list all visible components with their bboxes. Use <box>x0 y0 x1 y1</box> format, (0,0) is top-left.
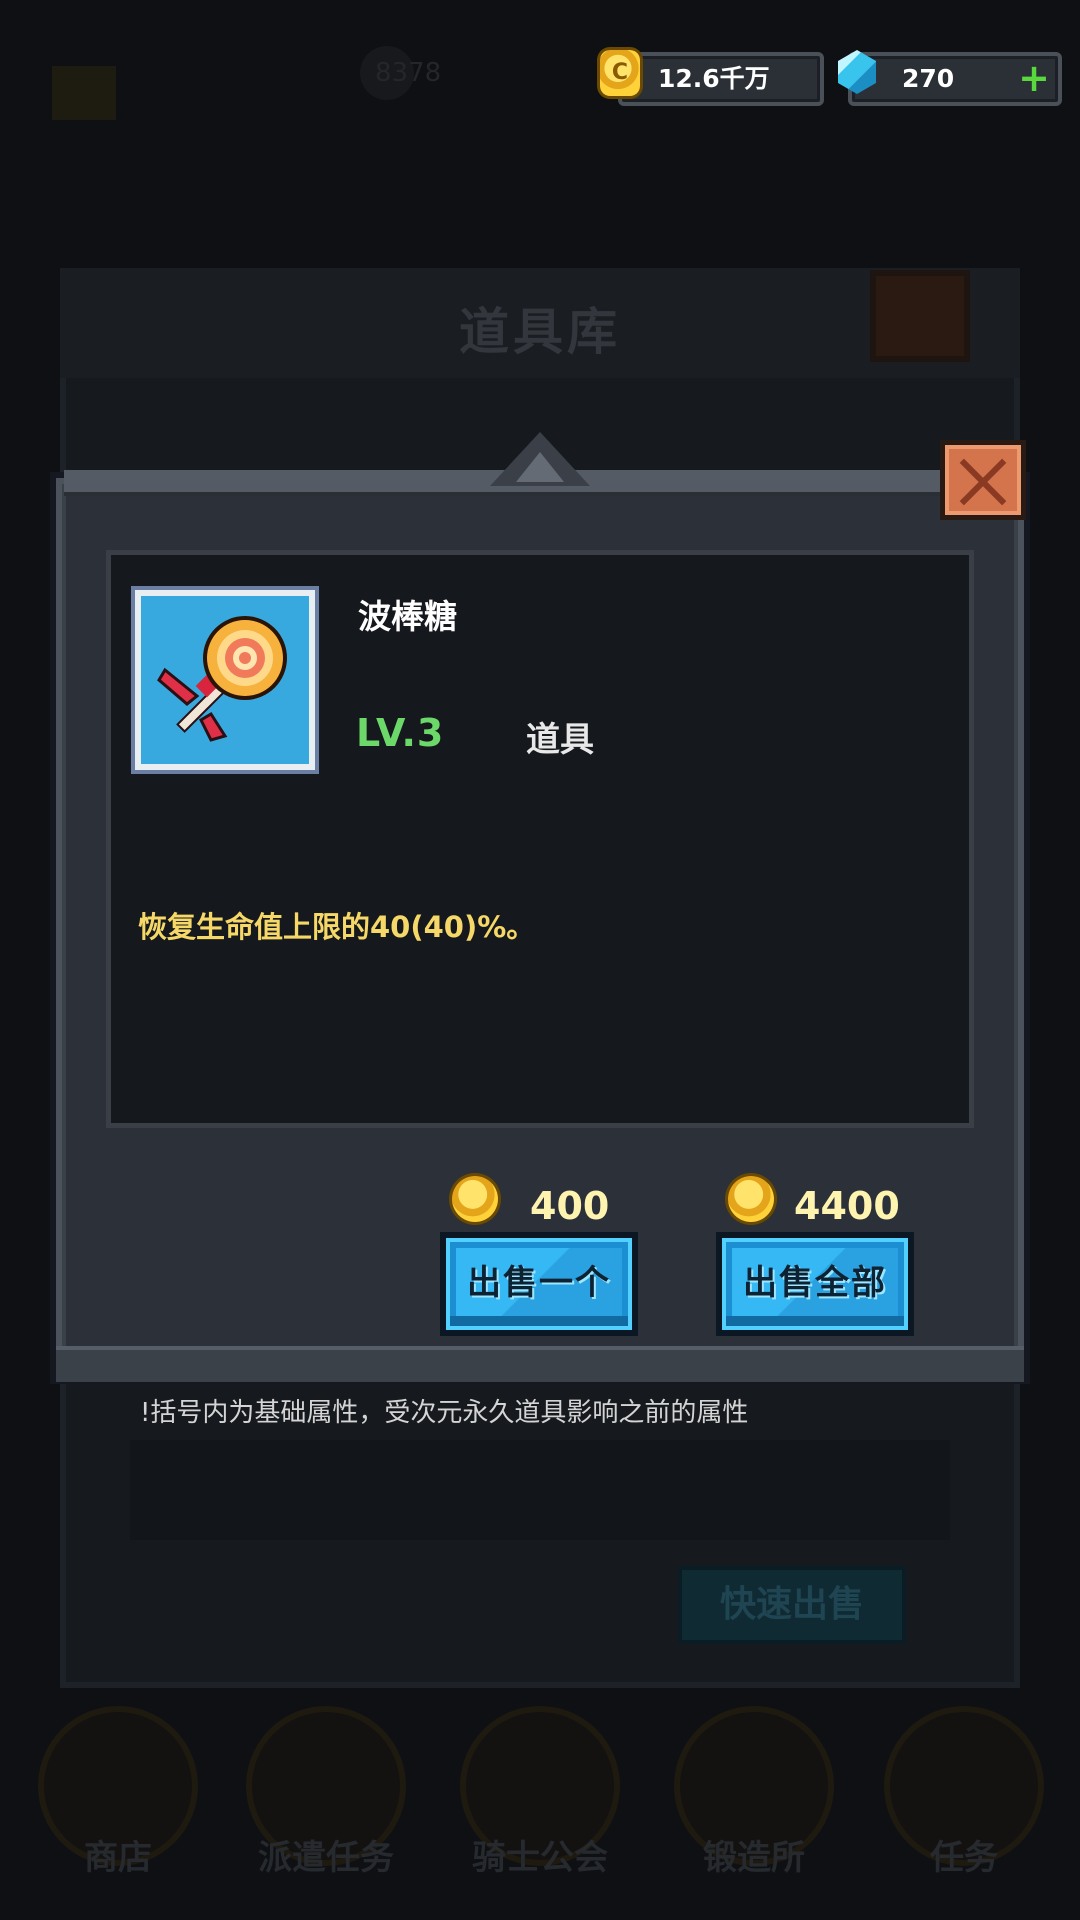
gem-amount: 270 <box>902 64 955 93</box>
item-description: 恢复生命值上限的40(40)%。 <box>138 910 536 944</box>
nav-dispatch[interactable]: 派遣任务 <box>226 1700 426 1900</box>
nav-forge-label: 锻造所 <box>703 1838 805 1878</box>
sell-all-price: 4400 <box>794 1184 900 1228</box>
gold-coin-icon: C <box>600 50 640 96</box>
gold-coin-icon <box>452 1176 498 1222</box>
item-level: LV.3 <box>356 711 445 755</box>
quick-sell-button[interactable]: 快速出售 <box>678 1566 906 1644</box>
dialog-bottom-border <box>56 1346 1024 1382</box>
add-gems-button[interactable]: + <box>1018 58 1050 98</box>
item-icon-frame <box>135 590 315 770</box>
gem-currency: 270 + <box>848 52 1062 106</box>
gold-amount: 12.6千万 <box>658 64 770 93</box>
nav-shop[interactable]: 商店 <box>18 1700 218 1900</box>
bottom-nav: 商店 派遣任务 骑士公会 锻造所 任务 <box>0 1700 1080 1920</box>
sell-one-price: 400 <box>530 1184 610 1228</box>
sell-one-label: 出售一个 <box>467 1263 611 1303</box>
gold-coin-icon <box>728 1176 774 1222</box>
nav-dispatch-label: 派遣任务 <box>258 1838 394 1878</box>
item-name: 波棒糖 <box>358 597 457 636</box>
sell-all-label: 出售全部 <box>743 1263 887 1303</box>
crown-icon <box>52 66 116 120</box>
nav-shop-label: 商店 <box>84 1838 152 1878</box>
inventory-slot-bar <box>130 1440 950 1540</box>
nav-guild-label: 骑士公会 <box>472 1838 608 1878</box>
close-button[interactable] <box>940 440 1026 520</box>
attribute-footnote: !括号内为基础属性，受次元永久道具影响之前的属性 <box>140 1398 749 1428</box>
player-power: 8378 <box>375 58 442 88</box>
gold-currency: 12.6千万 <box>618 52 824 106</box>
inventory-close-button[interactable] <box>870 270 970 362</box>
nav-quests[interactable]: 任务 <box>864 1700 1064 1900</box>
nav-guild[interactable]: 骑士公会 <box>440 1700 640 1900</box>
item-type: 道具 <box>526 720 594 760</box>
nav-quests-label: 任务 <box>930 1838 998 1878</box>
nav-forge[interactable]: 锻造所 <box>654 1700 854 1900</box>
sell-all-button[interactable]: 出售全部 <box>716 1232 914 1336</box>
lollipop-icon <box>157 616 287 742</box>
sell-one-button[interactable]: 出售一个 <box>440 1232 638 1336</box>
